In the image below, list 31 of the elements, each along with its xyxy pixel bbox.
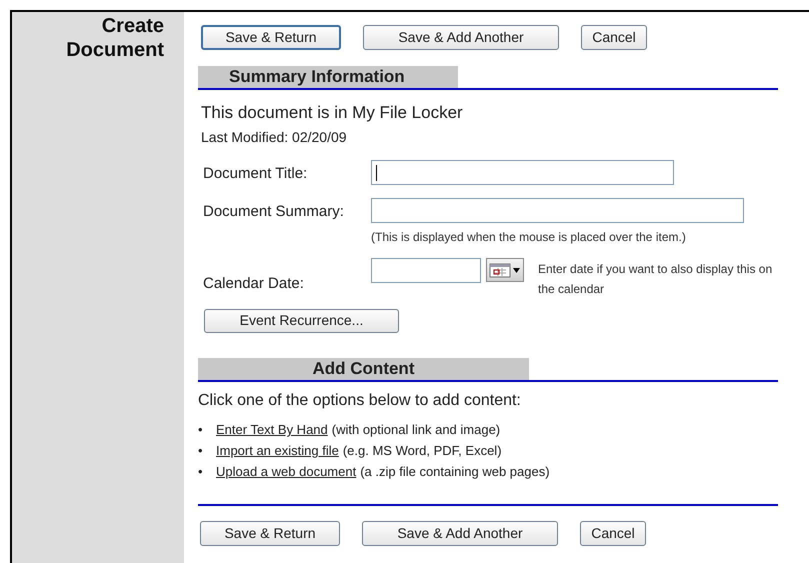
field-label: Document Title:	[202, 164, 308, 184]
save-add-another-button[interactable]: Save & Add Another	[362, 521, 558, 546]
option-note: (with optional link and image)	[332, 421, 500, 439]
instruction-text: Click one of the options below to add content:	[198, 391, 522, 411]
save-return-button[interactable]: Save & Return	[201, 25, 341, 50]
calendar-picker-icon[interactable]	[486, 258, 524, 282]
bullet-icon: •	[198, 419, 216, 440]
date-field[interactable]	[371, 258, 481, 282]
save-return-button[interactable]: Save & Return	[200, 521, 340, 546]
option-link[interactable]: Import an existing file	[216, 440, 339, 461]
event-recurrence-button[interactable]: Event Recurrence...	[204, 308, 399, 332]
field-label: Document Summary:	[202, 202, 345, 222]
bullet-icon: •	[198, 440, 216, 461]
option-link[interactable]: Enter Text By Hand	[216, 419, 328, 440]
field-label: Calendar Date:	[202, 274, 305, 294]
section-heading: Add Content	[198, 358, 529, 380]
option-note: (a .zip file containing web pages)	[360, 463, 550, 481]
option-note: (e.g. MS Word, PDF, Excel)	[342, 442, 502, 460]
text-field[interactable]	[371, 198, 744, 222]
last-modified-text: Last Modified: 02/20/09	[201, 128, 348, 147]
page-title: Create Document	[66, 14, 164, 62]
save-add-another-button[interactable]: Save & Add Another	[363, 25, 559, 50]
cancel-button[interactable]: Cancel	[580, 521, 646, 546]
text-field[interactable]	[371, 160, 674, 185]
bullet-icon: •	[198, 461, 216, 482]
cancel-button[interactable]: Cancel	[581, 25, 647, 50]
option-link[interactable]: Upload a web document	[216, 461, 356, 482]
field-hint: (This is displayed when the mouse is placed over the item.)	[371, 228, 687, 246]
section-heading: Summary Information	[198, 66, 458, 88]
field-hint: Enter date if you want to also display this on the calendar	[538, 260, 774, 298]
location-text: This document is in My File Locker	[201, 102, 464, 124]
